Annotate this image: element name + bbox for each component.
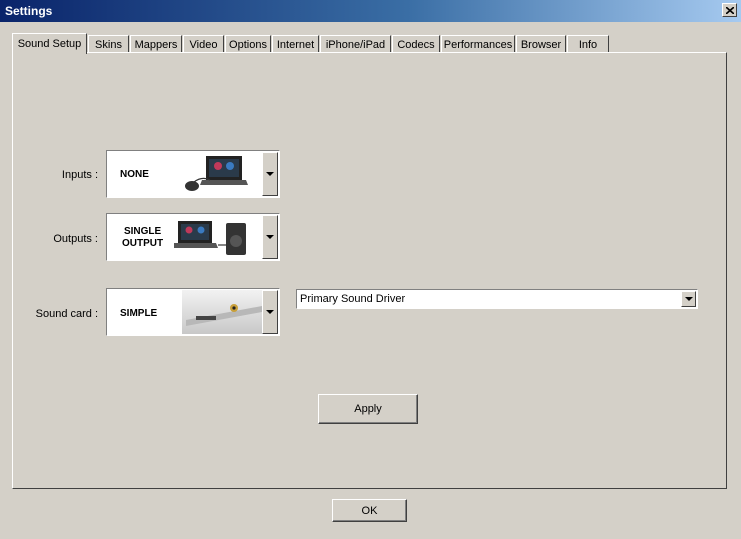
tab-internet[interactable]: Internet [272,35,319,53]
inputs-value: NONE [120,169,149,180]
outputs-combo[interactable]: SINGLE OUTPUT [106,213,280,261]
sound-card-combo[interactable]: SIMPLE [106,288,280,336]
sound-driver-dropdown-button[interactable] [681,291,696,307]
settings-window: Settings Sound Setup Skins Mappers Video… [0,0,741,539]
inputs-combo[interactable]: NONE [106,150,280,198]
tab-browser[interactable]: Browser [516,35,566,53]
outputs-label: Outputs : [53,233,98,245]
tab-info[interactable]: Info [567,35,609,53]
outputs-value: SINGLE OUTPUT [122,226,163,250]
apply-button[interactable]: Apply [318,394,418,424]
tab-iphone-ipad[interactable]: iPhone/iPad [320,35,391,53]
sound-card-label: Sound card : [35,308,98,320]
ok-button[interactable]: OK [332,499,407,522]
sound-card-jack-icon [182,290,262,334]
close-button[interactable] [722,3,737,17]
close-icon [725,6,734,14]
chevron-down-icon [266,235,274,239]
tab-mappers[interactable]: Mappers [130,35,182,53]
title-bar[interactable]: Settings [0,0,741,22]
chevron-down-icon [266,310,274,314]
chevron-down-icon [266,172,274,176]
laptop-speaker-icon [174,221,246,255]
inputs-dropdown-button[interactable] [262,152,278,196]
outputs-dropdown-button[interactable] [262,215,278,259]
sound-card-dropdown-button[interactable] [262,290,278,334]
laptop-mouse-icon [185,156,248,191]
tab-sound-setup[interactable]: Sound Setup [12,33,87,54]
inputs-label: Inputs : [61,169,98,181]
tab-options[interactable]: Options [225,35,271,53]
sound-driver-value: Primary Sound Driver [300,293,406,305]
tab-codecs[interactable]: Codecs [392,35,440,53]
outputs-value-line1: SINGLE [123,226,162,237]
tab-performances[interactable]: Performances [441,35,515,53]
sound-card-value: SIMPLE [120,308,158,319]
tab-video[interactable]: Video [183,35,224,53]
outputs-value-line2: OUTPUT [122,238,164,249]
tab-skins[interactable]: Skins [88,35,129,53]
window-title: Settings [5,4,53,18]
sound-driver-select[interactable]: Primary Sound Driver [296,289,698,309]
chevron-down-icon [684,297,693,301]
